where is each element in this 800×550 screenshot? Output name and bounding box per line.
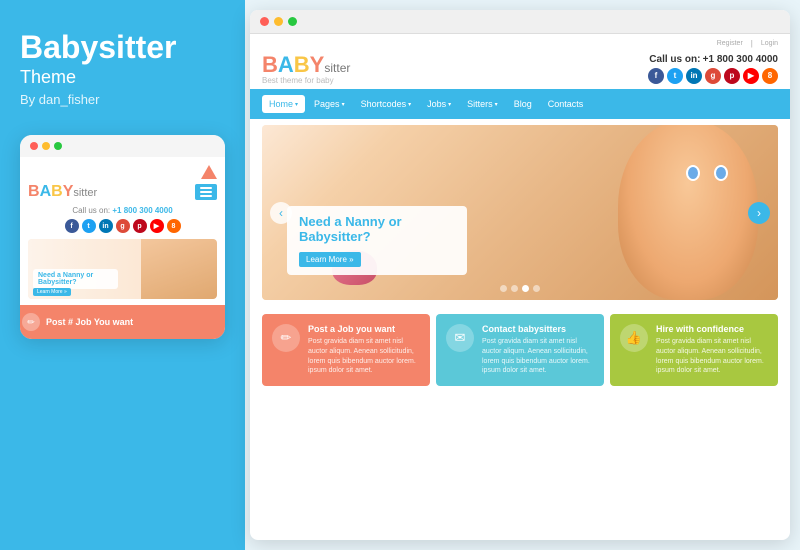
hero-dot-1[interactable] [500,285,507,292]
nav-arrow: ▾ [408,101,411,108]
social-extra-icon[interactable]: 8 [167,219,181,233]
menu-line [200,191,212,193]
site-extra-icon[interactable]: 8 [762,68,778,84]
browser-dot-minimize [274,17,283,26]
register-link[interactable]: Register [717,40,743,47]
site-twitter-icon[interactable]: t [667,68,683,84]
pencil-icon: ✏ [272,324,300,352]
hero-baby-head [618,125,758,300]
nav-sitters[interactable]: Sitters ▾ [460,95,505,113]
hero-baby-eye-left [714,165,728,181]
hero-baby-eye-right [686,165,700,181]
left-panel: Babysitter Theme By dan_fisher BABYsitte… [0,0,245,550]
site-header-right: Call us on: +1 800 300 4000 f t in g p ▶… [648,54,778,84]
card-desc-post-job: Post gravida diam sit amet nisl auctor a… [308,337,420,376]
social-twitter-icon[interactable]: t [82,219,96,233]
mobile-mockup: BABYsitter Call us on: +1 800 300 4000 f… [20,135,225,339]
hero-section: ‹ › Need a Nanny or Babysitter? Learn Mo… [262,125,778,300]
hero-dot-4[interactable] [533,285,540,292]
hero-prev-button[interactable]: ‹ [270,202,292,224]
menu-line [200,187,212,189]
nav-arrow: ▾ [295,101,298,108]
mobile-dot-yellow [42,142,50,150]
site-logo: BABYsitter [262,52,350,78]
feature-cards: ✏ Post a Job you want Post gravida diam … [250,306,790,394]
card-text-contact: Contact babysitters Post gravida diam si… [482,324,594,376]
card-title-hire: Hire with confidence [656,324,768,334]
site-pinterest-icon[interactable]: p [724,68,740,84]
nav-pages[interactable]: Pages ▾ [307,95,352,113]
mobile-call-row: Call us on: +1 800 300 4000 [28,206,217,215]
hero-next-button[interactable]: › [748,202,770,224]
nav-shortcodes[interactable]: Shortcodes ▾ [354,95,419,113]
social-linkedin-icon[interactable]: in [99,219,113,233]
nav-arrow: ▾ [342,101,345,108]
mobile-menu-icon[interactable] [195,184,217,200]
site-header-main: BABYsitter Best theme for baby Call us o… [262,52,778,85]
site-logo-area: BABYsitter Best theme for baby [262,52,350,85]
site-header-top: Register | Login [262,39,778,48]
site-facebook-icon[interactable]: f [648,68,664,84]
browser-dot-maximize [288,17,297,26]
hero-dot-2[interactable] [511,285,518,292]
product-author: By dan_fisher [20,92,225,107]
site-linkedin-icon[interactable]: in [686,68,702,84]
hero-dot-3[interactable] [522,285,529,292]
mobile-top-bar [20,135,225,157]
social-pinterest-icon[interactable]: p [133,219,147,233]
mobile-logo: BABYsitter [28,183,97,201]
card-title-contact: Contact babysitters [482,324,594,334]
mobile-bottom-card-text: Post # Job You want [46,317,133,328]
social-google-icon[interactable]: g [116,219,130,233]
mobile-hero: Need a Nanny or Babysitter? Learn More » [28,239,217,299]
card-desc-contact: Post gravida diam sit amet nisl auctor a… [482,337,594,376]
hero-cta-button[interactable]: Learn More » [299,252,361,267]
nav-jobs[interactable]: Jobs ▾ [420,95,458,113]
nav-arrow: ▾ [448,101,451,108]
social-youtube-icon[interactable]: ▶ [150,219,164,233]
nav-arrow: ▾ [495,101,498,108]
envelope-icon: ✉ [446,324,474,352]
card-title-post-job: Post a Job you want [308,324,420,334]
thumbsup-icon: 👍 [620,324,648,352]
hero-headline: Need a Nanny or Babysitter? [299,214,455,244]
menu-line [200,195,212,197]
mobile-bottom-card: ✏ Post # Job You want [20,305,225,339]
mobile-dot-green [54,142,62,150]
mobile-body: BABYsitter Call us on: +1 800 300 4000 f… [20,157,225,299]
mobile-hero-cta[interactable]: Learn More » [33,288,71,296]
mobile-hero-text: Need a Nanny or Babysitter? [33,269,118,289]
card-text-hire: Hire with confidence Post gravida diam s… [656,324,768,376]
nav-blog[interactable]: Blog [507,95,539,113]
browser-window: Register | Login BABYsitter Best theme f… [250,10,790,540]
login-link[interactable]: Login [761,40,778,47]
nav-home[interactable]: Home ▾ [262,95,305,113]
hero-dots [500,285,540,292]
social-facebook-icon[interactable]: f [65,219,79,233]
site-google-icon[interactable]: g [705,68,721,84]
browser-dot-close [260,17,269,26]
mobile-notification-icon [201,165,217,179]
hero-text-box: Need a Nanny or Babysitter? Learn More » [287,206,467,275]
feature-card-contact: ✉ Contact babysitters Post gravida diam … [436,314,604,386]
social-icons-row: f t in g p ▶ 8 [648,68,778,84]
product-subtitle: Theme [20,67,225,88]
pencil-icon: ✏ [22,313,40,331]
card-text-post-job: Post a Job you want Post gravida diam si… [308,324,420,376]
call-text: Call us on: +1 800 300 4000 [648,54,778,65]
feature-card-post-job: ✏ Post a Job you want Post gravida diam … [262,314,430,386]
site-youtube-icon[interactable]: ▶ [743,68,759,84]
mobile-dot-red [30,142,38,150]
feature-card-hire: 👍 Hire with confidence Post gravida diam… [610,314,778,386]
mobile-logo-row: BABYsitter [28,183,217,201]
card-desc-hire: Post gravida diam sit amet nisl auctor a… [656,337,768,376]
browser-chrome [250,10,790,34]
browser-content: Register | Login BABYsitter Best theme f… [250,34,790,540]
right-panel: Register | Login BABYsitter Best theme f… [245,0,800,550]
site-nav: Home ▾ Pages ▾ Shortcodes ▾ Jobs ▾ Sitte… [250,89,790,119]
product-title: Babysitter [20,30,225,65]
nav-contacts[interactable]: Contacts [541,95,591,113]
mobile-social-row: f t in g p ▶ 8 [28,219,217,233]
site-header: Register | Login BABYsitter Best theme f… [250,34,790,89]
